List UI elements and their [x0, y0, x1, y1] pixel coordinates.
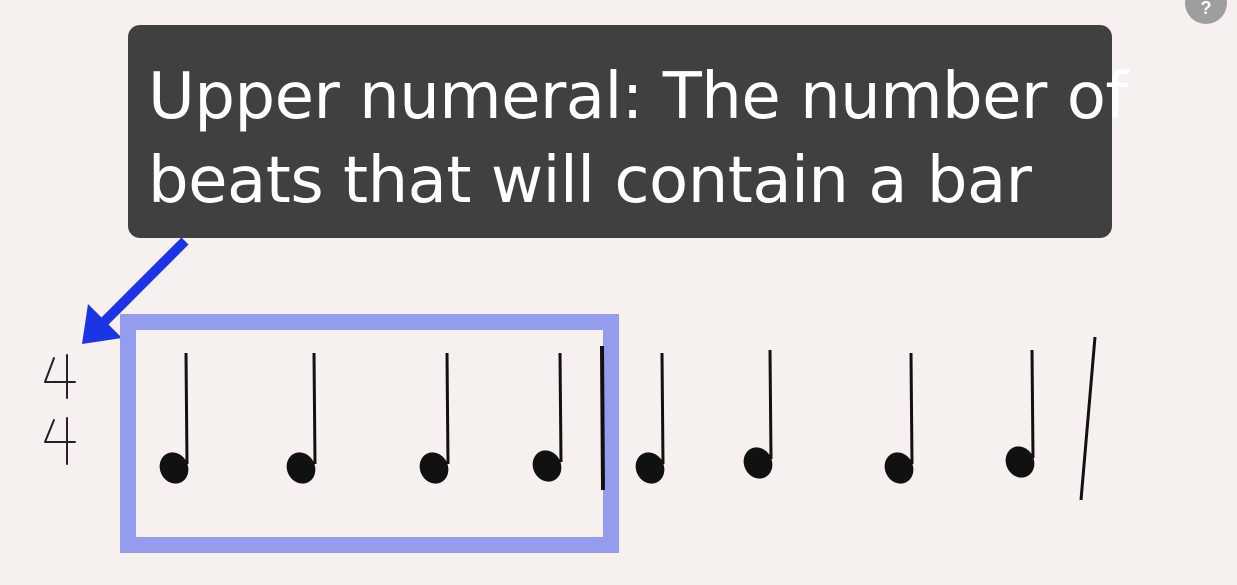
slide: Upper numeral: The number of beats that …	[0, 0, 1237, 585]
bar-line	[1079, 336, 1097, 501]
quarter-note	[884, 352, 914, 484]
quarter-note	[159, 352, 189, 484]
quarter-note	[419, 352, 450, 484]
bar-line	[600, 345, 605, 491]
quarter-note	[1005, 349, 1035, 478]
quarter-note	[532, 352, 563, 482]
music-notation	[44, 237, 1097, 553]
quarter-note	[286, 352, 317, 484]
quarter-note	[743, 349, 773, 479]
first-bar-highlight-box	[120, 314, 619, 553]
quarter-note	[635, 352, 665, 484]
time-signature-upper-digit	[44, 354, 76, 399]
time-signature-lower-digit	[44, 417, 76, 465]
time-signature	[44, 354, 76, 465]
